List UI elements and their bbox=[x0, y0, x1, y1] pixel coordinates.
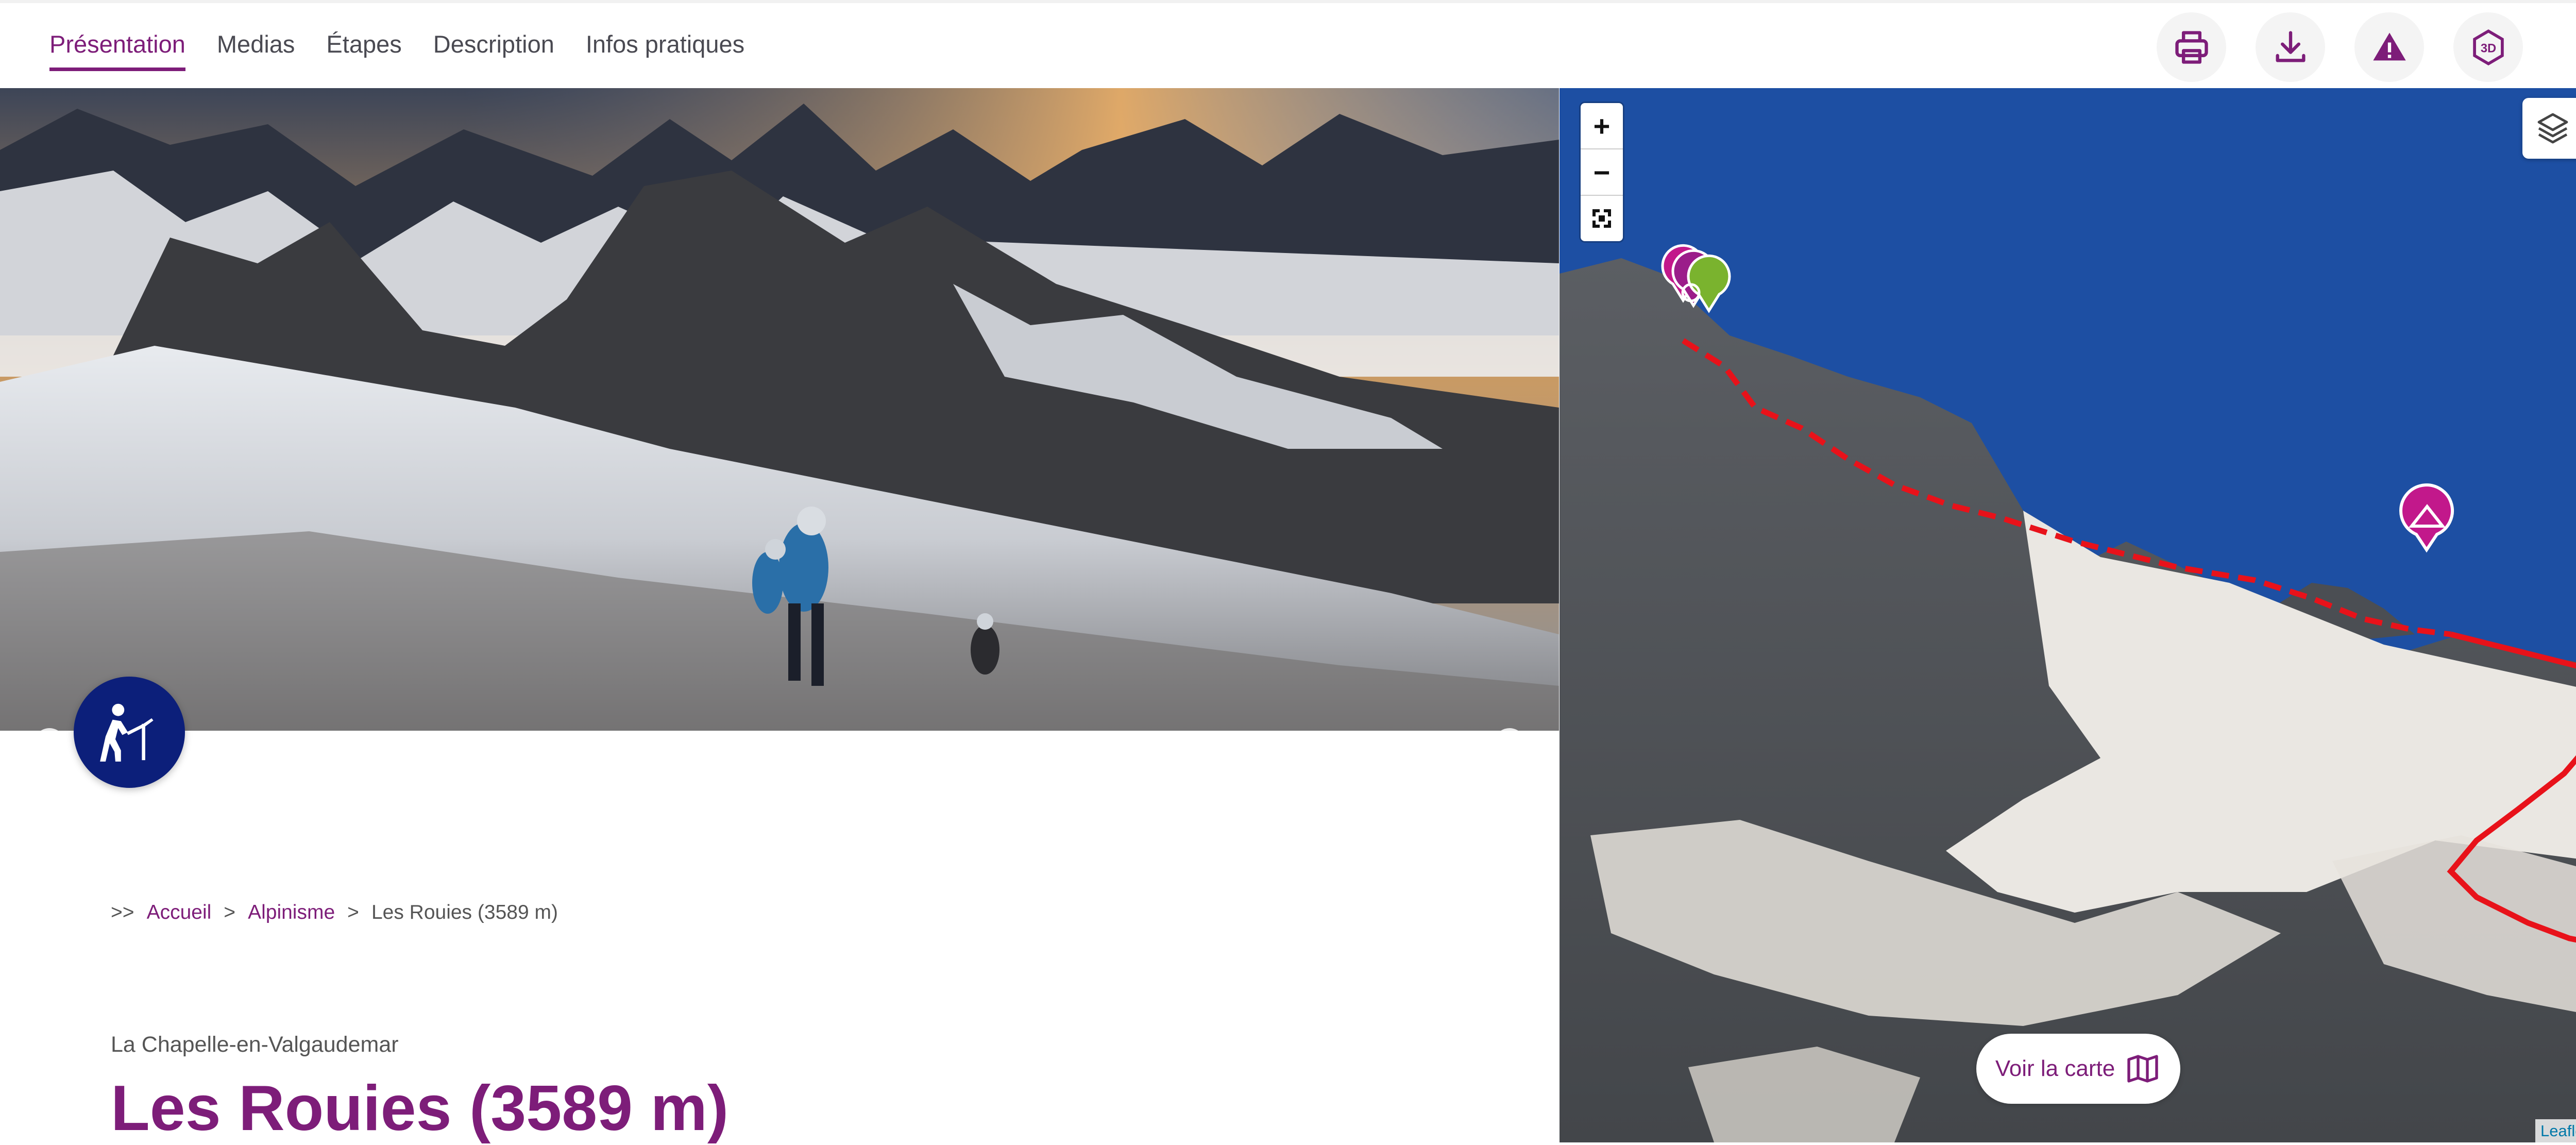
map-layers-button[interactable] bbox=[2522, 98, 2576, 159]
mountain-photo bbox=[0, 88, 1559, 731]
mountaineering-icon bbox=[100, 703, 154, 762]
photo-carousel: ‹ › bbox=[0, 88, 1559, 731]
3d-icon: 3D bbox=[2472, 29, 2504, 65]
breadcrumb-separator: > bbox=[347, 901, 359, 923]
breadcrumb-separator: > bbox=[224, 901, 236, 923]
page-title: Les Rouies (3589 m) bbox=[111, 1073, 729, 1144]
zoom-in-button[interactable]: + bbox=[1581, 103, 1623, 149]
tab-medias[interactable]: Medias bbox=[217, 30, 295, 71]
breadcrumb-category-link[interactable]: Alpinisme bbox=[248, 901, 335, 924]
3d-view-button[interactable]: 3D bbox=[2453, 12, 2523, 82]
fit-bounds-button[interactable] bbox=[1581, 196, 1623, 241]
view-map-label: Voir la carte bbox=[1995, 1056, 2115, 1081]
layers-icon bbox=[2537, 113, 2568, 144]
warning-icon bbox=[2372, 32, 2406, 60]
trek-town: La Chapelle-en-Valgaudemar bbox=[111, 1032, 399, 1057]
map-icon bbox=[2127, 1055, 2158, 1083]
print-button[interactable] bbox=[2157, 12, 2226, 82]
3d-label: 3D bbox=[2480, 41, 2496, 55]
breadcrumb-prefix: >> bbox=[111, 901, 134, 923]
tab-etapes[interactable]: Étapes bbox=[326, 30, 401, 71]
report-button[interactable] bbox=[2354, 12, 2424, 82]
practice-badge bbox=[74, 677, 185, 788]
download-button[interactable] bbox=[2256, 12, 2325, 82]
top-navigation-bar: Présentation Medias Étapes Description I… bbox=[0, 0, 2576, 88]
breadcrumb-home-link[interactable]: Accueil bbox=[147, 901, 212, 924]
tab-infos-pratiques[interactable]: Infos pratiques bbox=[586, 30, 744, 71]
map-attribution[interactable]: Leaflet bbox=[2535, 1119, 2576, 1142]
map-panel[interactable]: Voir la carte Leaflet bbox=[1560, 88, 2576, 1142]
view-map-button[interactable]: Voir la carte bbox=[1976, 1034, 2180, 1104]
download-icon bbox=[2276, 30, 2305, 62]
printer-icon bbox=[2175, 30, 2208, 64]
zoom-out-button[interactable]: − bbox=[1581, 149, 1623, 196]
fullscreen-icon bbox=[1592, 209, 1611, 228]
map-zoom-controls: + − bbox=[1581, 103, 1623, 241]
section-tabs: Présentation Medias Étapes Description I… bbox=[49, 30, 744, 71]
breadcrumb: >> Accueil > Alpinisme > Les Rouies (358… bbox=[111, 901, 558, 924]
breadcrumb-current: Les Rouies (3589 m) bbox=[371, 901, 558, 923]
tab-presentation[interactable]: Présentation bbox=[49, 30, 185, 71]
satellite-terrain bbox=[1560, 88, 2576, 1142]
tab-description[interactable]: Description bbox=[433, 30, 554, 71]
